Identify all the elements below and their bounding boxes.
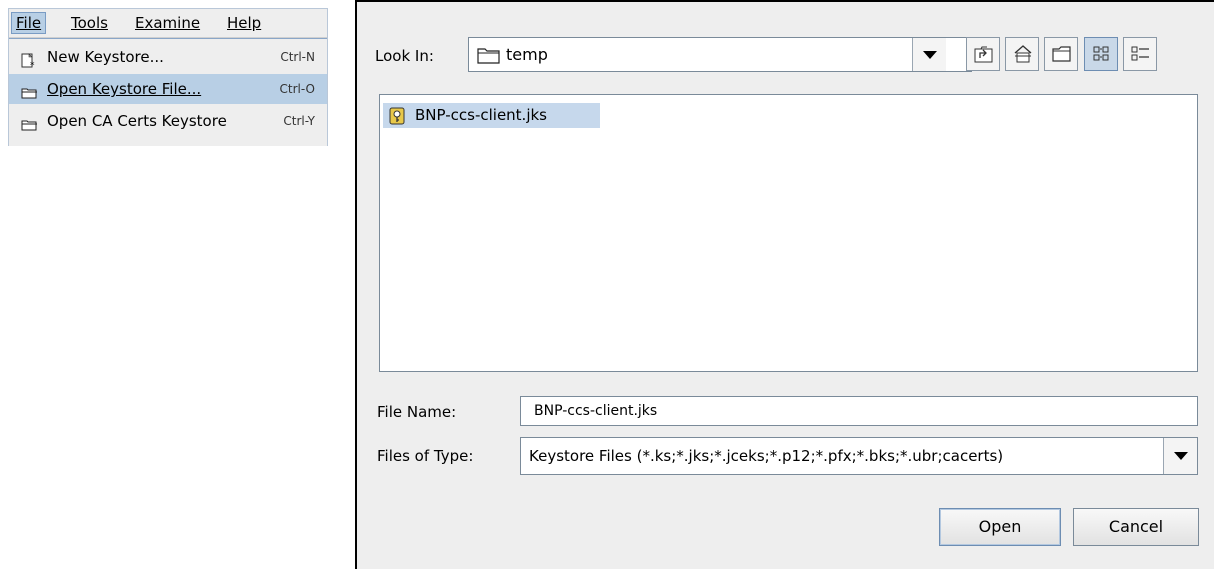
menu-help[interactable]: Help <box>223 13 265 33</box>
menu-item-label: Open CA Certs Keystore <box>47 112 227 130</box>
open-button[interactable]: Open <box>939 508 1061 546</box>
files-of-type-label: Files of Type: <box>377 447 474 465</box>
home-icon <box>1014 45 1032 63</box>
menu-item-open-keystore-file[interactable]: Open Keystore File... Ctrl-O <box>9 74 327 104</box>
file-list-item[interactable]: BNP-ccs-client.jks <box>383 103 600 128</box>
chevron-down-icon <box>1174 452 1188 460</box>
details-view-icon <box>1131 46 1149 61</box>
list-view-button[interactable] <box>1084 37 1118 71</box>
menu-item-accelerator: Ctrl-O <box>279 82 315 96</box>
up-one-level-icon <box>974 46 993 63</box>
menu-item-label: Open Keystore File... <box>47 80 202 98</box>
look-in-value: temp <box>506 45 548 64</box>
menubar: File Tools Examine Help <box>9 9 327 38</box>
keystore-file-icon <box>387 106 409 130</box>
menu-item-accelerator: Ctrl-N <box>280 50 315 64</box>
files-of-type-combo[interactable]: Keystore Files (*.ks;*.jks;*.jceks;*.p12… <box>520 437 1198 475</box>
open-file-dialog: Look In: temp BNP-ccs-client.jks File Na… <box>355 0 1214 569</box>
menu-item-new-keystore[interactable]: * New Keystore... Ctrl-N <box>9 42 327 72</box>
up-one-level-button[interactable] <box>966 37 1000 71</box>
file-menu-dropdown: * New Keystore... Ctrl-N Open Keystore F… <box>9 38 327 146</box>
menu-examine[interactable]: Examine <box>131 13 204 33</box>
details-view-button[interactable] <box>1123 37 1157 71</box>
files-of-type-value: Keystore Files (*.ks;*.jks;*.jceks;*.p12… <box>529 447 1004 465</box>
file-list[interactable]: BNP-ccs-client.jks <box>379 94 1198 372</box>
menu-tools-label: Tools <box>71 14 108 32</box>
cancel-button[interactable]: Cancel <box>1073 508 1199 546</box>
menu-tools[interactable]: Tools <box>67 13 112 33</box>
file-name-label: File Name: <box>377 403 457 421</box>
list-view-icon <box>1093 46 1109 61</box>
menu-item-label: New Keystore... <box>47 48 164 66</box>
open-folder-icon <box>21 113 39 131</box>
menu-file[interactable]: File <box>11 12 47 34</box>
open-folder-icon <box>21 81 39 99</box>
menu-item-open-ca-certs[interactable]: Open CA Certs Keystore Ctrl-Y <box>9 106 327 136</box>
look-in-dropdown-button[interactable] <box>912 38 946 71</box>
file-name-field[interactable]: BNP-ccs-client.jks <box>520 396 1198 426</box>
files-of-type-dropdown-button[interactable] <box>1163 438 1197 474</box>
menu-file-label: File <box>16 14 42 32</box>
menu-examine-label: Examine <box>135 14 201 32</box>
new-folder-button[interactable] <box>1044 37 1078 71</box>
chevron-down-icon <box>923 51 937 59</box>
new-folder-icon <box>1052 46 1071 62</box>
menu-help-label: Help <box>227 14 262 32</box>
home-button[interactable] <box>1005 37 1039 71</box>
folder-icon <box>477 46 501 68</box>
look-in-combo[interactable]: temp <box>468 37 972 72</box>
look-in-label: Look In: <box>375 47 434 65</box>
new-keystore-icon: * <box>21 49 39 71</box>
menu-item-accelerator: Ctrl-Y <box>283 114 315 128</box>
dialog-border <box>357 0 1214 2</box>
menu-panel: File Tools Examine Help * New Keystore..… <box>8 8 328 146</box>
file-name-text: BNP-ccs-client.jks <box>415 106 547 124</box>
svg-text:*: * <box>30 61 35 69</box>
